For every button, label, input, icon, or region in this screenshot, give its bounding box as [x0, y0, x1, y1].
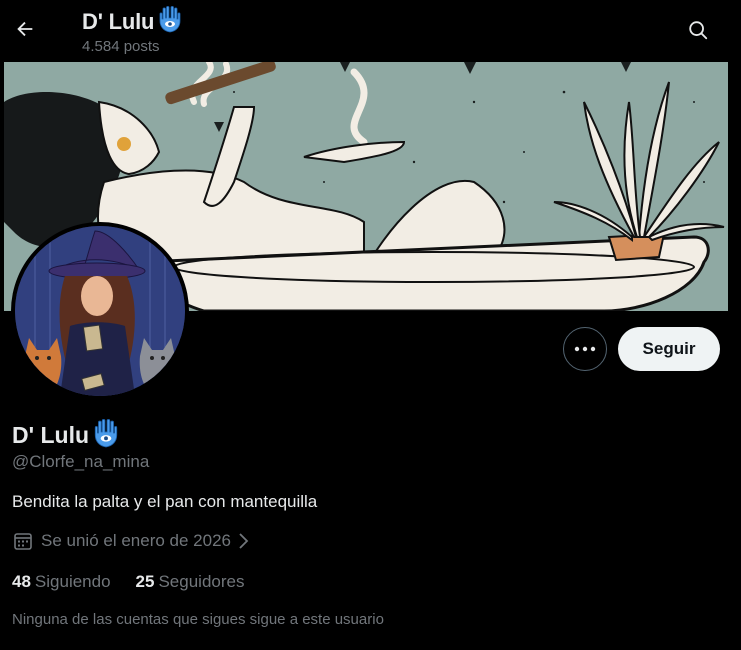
profile-name-row: D' Lulu — [12, 418, 120, 453]
more-dots-icon — [574, 346, 596, 352]
profile-bio: Bendita la palta y el pan con mantequill… — [12, 492, 318, 511]
header-posts-count: 4.584 posts — [82, 38, 160, 55]
arrow-left-icon — [17, 21, 33, 37]
profile-name: D' Lulu — [12, 422, 90, 448]
following-count: 48 — [12, 572, 31, 591]
follow-stats: 48 Siguiendo 25 Seguidores — [12, 572, 269, 592]
followers-label: Seguidores — [158, 572, 245, 591]
following-label: Siguiendo — [34, 572, 111, 591]
chevron-right-icon — [239, 533, 249, 549]
follow-button[interactable]: Seguir — [618, 327, 720, 371]
search-button[interactable] — [683, 15, 713, 45]
calendar-icon — [14, 533, 32, 550]
hamsa-icon — [92, 418, 120, 453]
hamsa-icon — [157, 5, 183, 38]
joined-date: Se unió el enero de 2026 — [41, 531, 231, 550]
joined-date-link[interactable]: Se unió el enero de 2026 — [13, 531, 249, 551]
more-options-button[interactable] — [563, 327, 607, 371]
followers-count: 25 — [135, 572, 155, 591]
search-icon — [689, 21, 708, 40]
profile-header: D' Lulu 4.584 posts — [0, 0, 741, 62]
profile-handle: @Clorfe_na_mina — [12, 452, 150, 471]
followers-link[interactable]: 25 Seguidores — [136, 572, 245, 592]
following-link[interactable]: 48 Siguiendo — [12, 572, 111, 592]
followers-you-know-note: Ninguna de las cuentas que sigues sigue … — [12, 611, 384, 628]
profile-avatar[interactable] — [11, 222, 189, 400]
header-name: D' Lulu — [82, 8, 155, 34]
header-title-row: D' Lulu — [82, 5, 183, 38]
back-button[interactable] — [10, 14, 40, 44]
avatar-image — [15, 226, 185, 396]
